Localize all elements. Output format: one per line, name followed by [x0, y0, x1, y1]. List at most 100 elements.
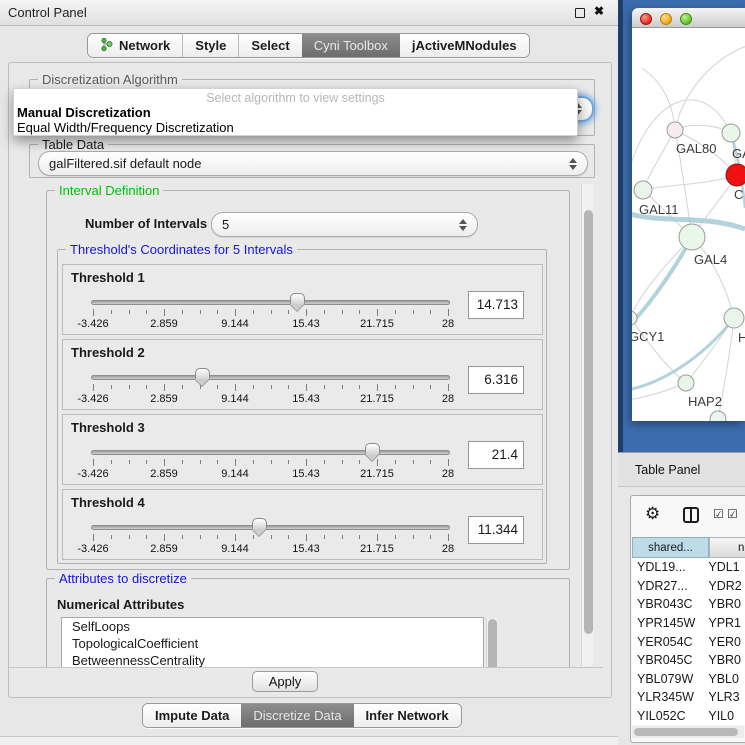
- tab-cyni-toolbox[interactable]: Cyni Toolbox: [302, 34, 400, 57]
- cell[interactable]: YER0: [708, 635, 745, 649]
- table-row[interactable]: YBR043CYBR0: [632, 595, 745, 614]
- tab-jactivemnodules[interactable]: jActiveMNodules: [400, 34, 529, 57]
- cell[interactable]: YLR345W: [632, 690, 708, 704]
- checkbox-icon[interactable]: ☑: [713, 507, 724, 521]
- cell[interactable]: YDL19...: [632, 560, 708, 574]
- network-icon: [100, 37, 113, 55]
- table-row[interactable]: YDL19...YDL1: [632, 558, 745, 577]
- cell[interactable]: YBR0: [708, 653, 745, 667]
- tab-network[interactable]: Network: [88, 34, 182, 57]
- cell[interactable]: YDR27...: [632, 579, 708, 593]
- table-row[interactable]: YER054CYER0: [632, 632, 745, 651]
- close-icon[interactable]: ✖: [594, 4, 604, 18]
- numerical-attributes-list[interactable]: SelfLoops TopologicalCoefficient Between…: [61, 617, 484, 667]
- checkbox-icon[interactable]: ☑: [727, 507, 738, 521]
- threshold-2-slider-track[interactable]: [91, 375, 450, 380]
- cell[interactable]: YBR043C: [632, 597, 708, 611]
- threshold-3-slider-thumb[interactable]: [365, 443, 380, 454]
- close-traffic-light-icon[interactable]: [640, 13, 652, 25]
- list-item[interactable]: BetweennessCentrality: [62, 652, 483, 667]
- threshold-4-slider-thumb[interactable]: [252, 518, 267, 529]
- cell[interactable]: YBR0: [708, 597, 745, 611]
- network-node-label: GA: [732, 146, 745, 161]
- network-node-label: H: [738, 330, 745, 345]
- cell[interactable]: YIL0: [708, 709, 745, 723]
- table-row[interactable]: YIL052CYIL0: [632, 707, 745, 725]
- threshold-1-slider-track[interactable]: [91, 300, 450, 305]
- threshold-4-value[interactable]: 11.344: [468, 516, 524, 544]
- apply-button[interactable]: Apply: [252, 671, 318, 692]
- gear-icon[interactable]: ⚙: [645, 504, 660, 524]
- tab-style[interactable]: Style: [182, 34, 238, 57]
- threshold-2-value[interactable]: 6.316: [468, 366, 524, 394]
- cell[interactable]: YBL0: [708, 672, 745, 686]
- threshold-3-slider-track[interactable]: [91, 450, 450, 455]
- network-node[interactable]: [678, 375, 694, 391]
- zoom-traffic-light-icon[interactable]: [680, 13, 692, 25]
- tab-discretize-data[interactable]: Discretize Data: [241, 704, 353, 727]
- number-of-intervals-combobox[interactable]: 5: [211, 212, 478, 237]
- threshold-coordinates-group: Threshold's Coordinates for 5 Intervals …: [57, 249, 547, 564]
- threshold-2-slider-thumb[interactable]: [195, 368, 210, 379]
- list-scrollbar-thumb[interactable]: [488, 619, 497, 667]
- threshold-1-value[interactable]: 14.713: [468, 291, 524, 319]
- panel-titlebar: Control Panel ✖: [0, 0, 618, 26]
- network-node[interactable]: [632, 311, 637, 325]
- combo-arrows-icon: [459, 219, 467, 231]
- cell[interactable]: YER054C: [632, 635, 708, 649]
- threshold-4-slider-track[interactable]: [91, 525, 450, 530]
- network-node[interactable]: [634, 181, 652, 199]
- table-rows[interactable]: YDL19...YDL1 YDR27...YDR2 YBR043CYBR0 YP…: [632, 558, 745, 725]
- threshold-3-ruler: [93, 459, 448, 467]
- table-horizontal-scrollbar-thumb[interactable]: [634, 728, 738, 736]
- settings-scrollbar-thumb[interactable]: [584, 210, 593, 634]
- cell[interactable]: YBR045C: [632, 653, 708, 667]
- threshold-coordinates-title: Threshold's Coordinates for 5 Intervals: [66, 242, 297, 257]
- network-node[interactable]: [726, 164, 745, 186]
- threshold-3-value[interactable]: 21.4: [468, 441, 524, 469]
- minimize-traffic-light-icon[interactable]: [660, 13, 672, 25]
- network-nodes[interactable]: GAL80GACGAL11GAL4GCY1HHAP2: [632, 122, 745, 421]
- network-node[interactable]: [724, 308, 744, 328]
- column-header-name[interactable]: n: [709, 537, 745, 558]
- threshold-1-slider-thumb[interactable]: [290, 293, 305, 304]
- cell[interactable]: YDR2: [708, 579, 745, 593]
- table-row[interactable]: YDR27...YDR2: [632, 577, 745, 596]
- cell[interactable]: YBL079W: [632, 672, 708, 686]
- table-row[interactable]: YBR045CYBR0: [632, 651, 745, 670]
- table-row[interactable]: YLR345WYLR3: [632, 688, 745, 707]
- cell[interactable]: YPR1: [708, 616, 745, 630]
- network-node[interactable]: [722, 124, 740, 142]
- table-row[interactable]: YPR145WYPR1: [632, 614, 745, 633]
- split-columns-icon[interactable]: [683, 507, 699, 523]
- cell[interactable]: YIL052C: [632, 709, 708, 723]
- number-of-intervals-value: 5: [222, 217, 229, 232]
- network-window-titlebar[interactable]: [632, 8, 745, 28]
- tab-impute-data[interactable]: Impute Data: [143, 704, 241, 727]
- cell[interactable]: YDL1: [708, 560, 745, 574]
- algorithm-option-equal-width[interactable]: Equal Width/Frequency Discretization: [17, 120, 234, 135]
- table-horizontal-scrollbar[interactable]: [632, 726, 744, 738]
- cell[interactable]: YLR3: [708, 690, 745, 704]
- network-node[interactable]: [710, 411, 726, 421]
- float-window-icon[interactable]: [575, 8, 585, 18]
- network-canvas[interactable]: GAL80GACGAL11GAL4GCY1HHAP2: [632, 28, 745, 421]
- network-node[interactable]: [679, 224, 705, 250]
- table-data-group: Table Data galFiltered.sif default node: [29, 144, 595, 178]
- table-panel-titlebar[interactable]: Table Panel: [618, 452, 745, 487]
- list-item[interactable]: TopologicalCoefficient: [62, 635, 483, 652]
- tab-select[interactable]: Select: [238, 34, 301, 57]
- algorithm-dropdown-popup: Select algorithm to view settings Manual…: [13, 88, 578, 136]
- table-row[interactable]: YBL079WYBL0: [632, 670, 745, 689]
- list-scrollbar[interactable]: [486, 618, 497, 667]
- column-header-shared[interactable]: shared...: [632, 537, 709, 558]
- threshold-2-scale: -3.4262.8599.14415.4321.71528: [93, 393, 448, 405]
- list-item[interactable]: SelfLoops: [62, 618, 483, 635]
- table-data-combobox[interactable]: galFiltered.sif default node: [38, 151, 588, 176]
- tab-infer-network[interactable]: Infer Network: [354, 704, 461, 727]
- network-node[interactable]: [667, 122, 683, 138]
- cell[interactable]: YPR145W: [632, 616, 708, 630]
- algorithm-option-manual[interactable]: Manual Discretization: [17, 105, 151, 120]
- threshold-3-scale: -3.4262.8599.14415.4321.71528: [93, 468, 448, 480]
- settings-scrollbar[interactable]: [581, 184, 593, 666]
